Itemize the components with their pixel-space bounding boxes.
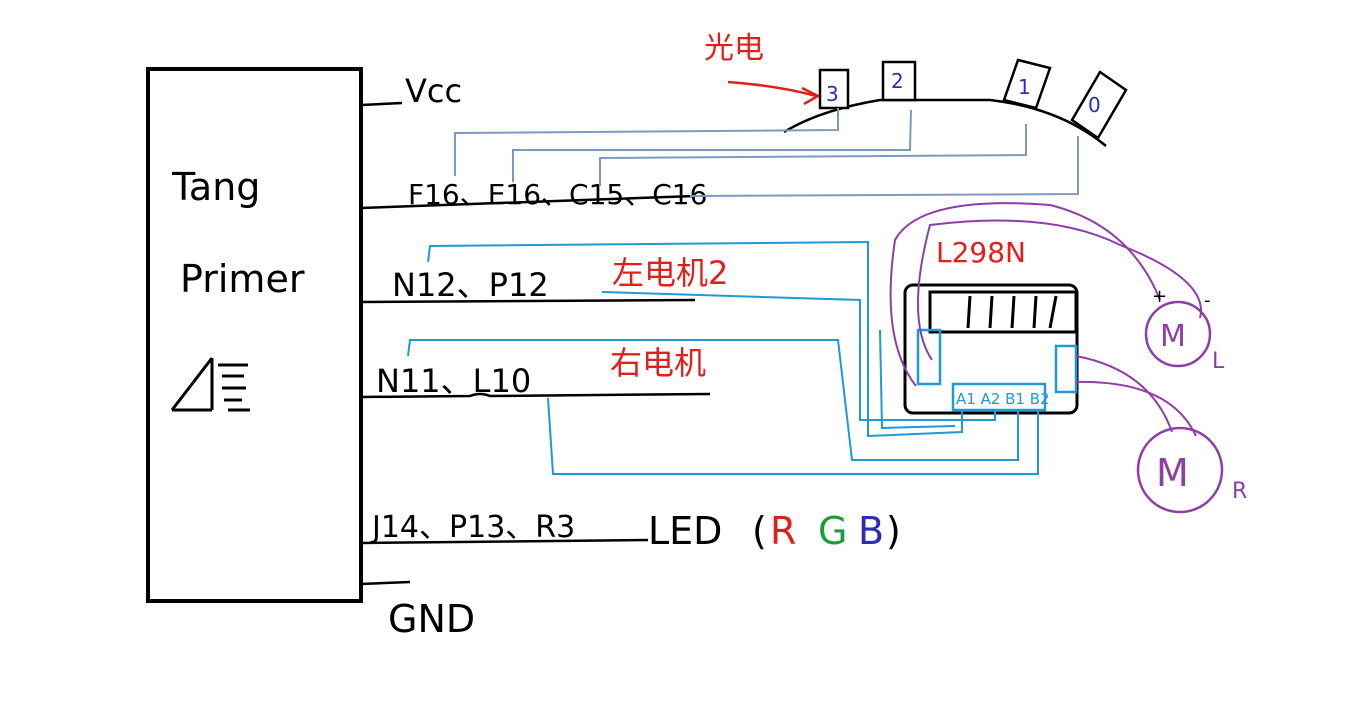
l298n-driver: L298N A1 A2 B1 B2: [903, 236, 1079, 415]
sensor-pins-label: F16、E16、C15、C16: [408, 178, 707, 211]
vcc-label: Vcc: [405, 72, 462, 110]
led-label-r: R: [770, 509, 796, 553]
motor-left-minus: -: [1204, 290, 1211, 311]
gnd-line: [360, 580, 411, 586]
motor-left: M L + -: [1144, 286, 1225, 374]
light-sensor-note: 光电: [704, 31, 764, 66]
sensor-1-digit: 1: [1018, 75, 1031, 99]
anlogic-logo: [170, 357, 250, 412]
led-label-open: (: [752, 509, 767, 553]
sensor-2-digit: 2: [891, 69, 904, 93]
right-motor-note: 右电机: [610, 344, 706, 382]
led-label-g: G: [818, 509, 847, 553]
sensor-3: 3: [818, 68, 850, 110]
right-motor-pins-label: N11、L10: [376, 362, 531, 400]
vcc-line: [360, 101, 403, 107]
motor-left-tag: L: [1212, 349, 1225, 374]
led-label-b: B: [858, 509, 884, 553]
led-pins-label: J14、P13、R3: [370, 510, 575, 545]
heatsink-fins: [966, 295, 1058, 329]
motor-left-plus: +: [1152, 286, 1167, 307]
board-name-line2: Primer: [180, 257, 305, 301]
sensor-3-digit: 3: [826, 82, 839, 106]
led-rgb-label: LED ( R G B ): [648, 509, 901, 553]
left-motor-pins-label: N12、P12: [392, 266, 549, 304]
gnd-label: GND: [388, 597, 475, 641]
sensor-0-digit: 0: [1088, 93, 1101, 117]
right-motor-terminal: [1054, 344, 1078, 394]
motor-left-symbol: M: [1160, 319, 1186, 354]
led-label-prefix: LED: [648, 509, 722, 553]
tang-primer-board: Tang Primer: [146, 67, 363, 603]
motor-right: M R: [1136, 426, 1247, 514]
sensor-2: 2: [881, 60, 917, 102]
driver-input-labels: A1 A2 B1 B2: [956, 390, 1050, 408]
sensor-array: 3 2 1 0: [783, 58, 1128, 147]
wiring-diagram: Tang Primer Vcc F16、E16、C15、C16 N12、P12 …: [146, 31, 1247, 641]
left-motor-note: 左电机2: [612, 254, 728, 292]
motor-right-symbol: M: [1156, 451, 1189, 495]
driver-name: L298N: [936, 236, 1026, 269]
board-outline: [146, 67, 363, 603]
motor-right-tag: R: [1232, 479, 1247, 504]
sensor-1: 1: [1002, 58, 1052, 110]
led-label-close: ): [886, 509, 901, 553]
light-sensor-arrowhead: [801, 86, 821, 106]
board-name-line1: Tang: [171, 165, 260, 209]
